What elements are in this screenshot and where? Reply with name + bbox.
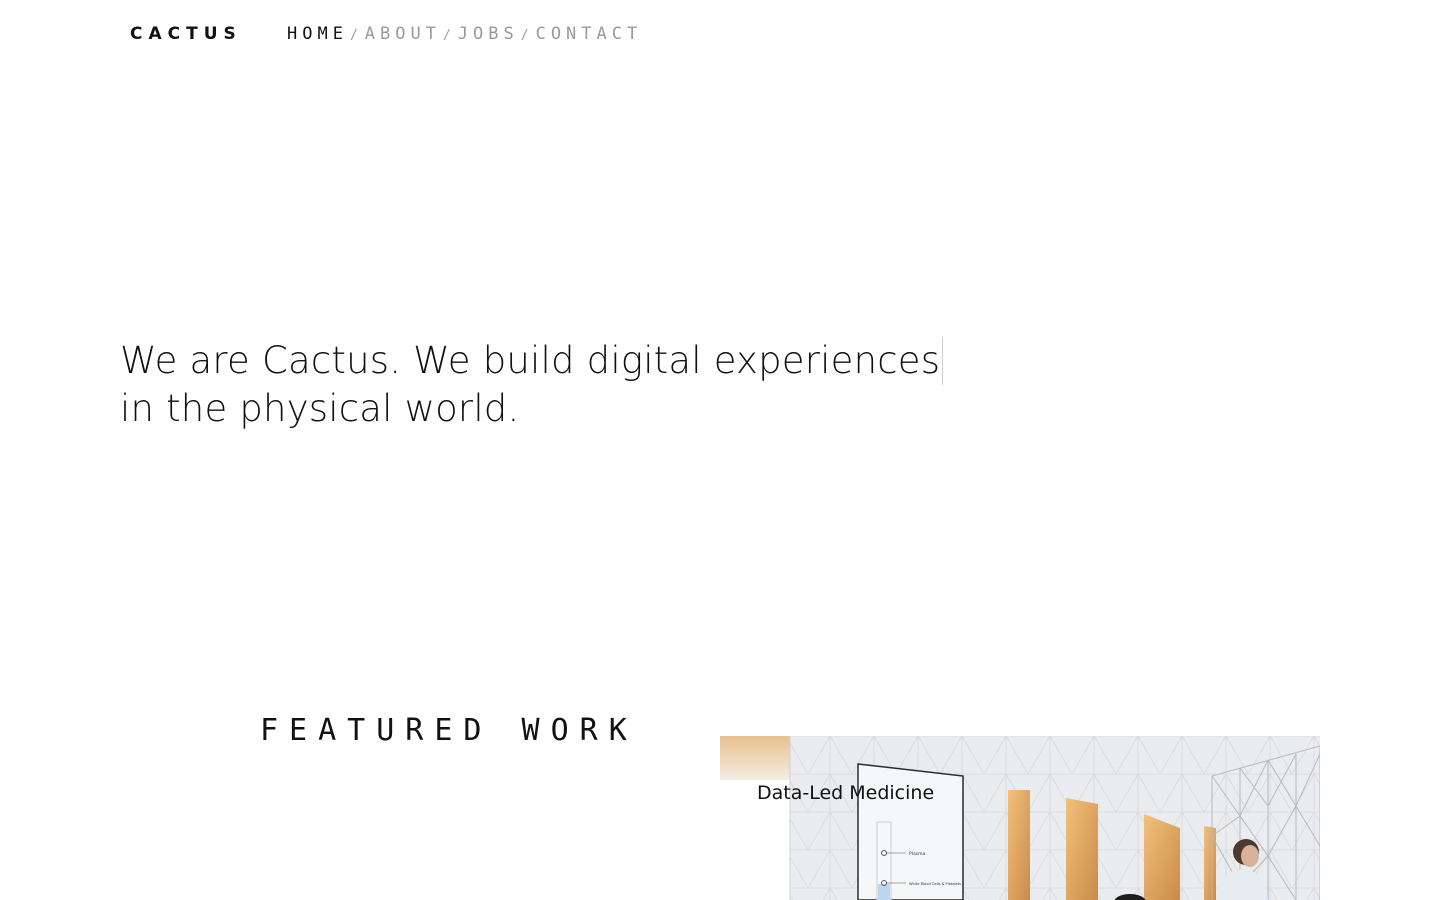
hero-line-2: in the physical world. [120,387,520,430]
page: CACTUS HOME / ABOUT / JOBS / CONTACT We … [0,0,1440,900]
main-nav: HOME / ABOUT / JOBS / CONTACT [287,24,642,44]
hero-line-1: We are Cactus. We build digital experien… [120,337,944,385]
hero-headline: We are Cactus. We build digital experien… [120,337,944,433]
exhibition-room-photo: Plasma White Blood Cells & Platelets [720,736,1320,900]
nav-contact[interactable]: CONTACT [536,24,643,44]
nav-separator: / [442,28,451,43]
site-logo[interactable]: CACTUS [130,24,242,44]
project-card-data-led-medicine[interactable]: Plasma White Blood Cells & Platelets Dat… [720,736,1320,900]
nav-home[interactable]: HOME [287,24,348,44]
nav-separator: / [349,28,358,43]
project-title: Data-Led Medicine [757,782,935,804]
nav-separator: / [520,28,529,43]
nav-jobs[interactable]: JOBS [458,24,519,44]
nav-about[interactable]: ABOUT [365,24,441,44]
featured-work-heading: FEATURED WORK [260,713,638,748]
screen-label-cells: White Blood Cells & Platelets [909,882,961,886]
screen-label-plasma: Plasma [909,851,925,857]
